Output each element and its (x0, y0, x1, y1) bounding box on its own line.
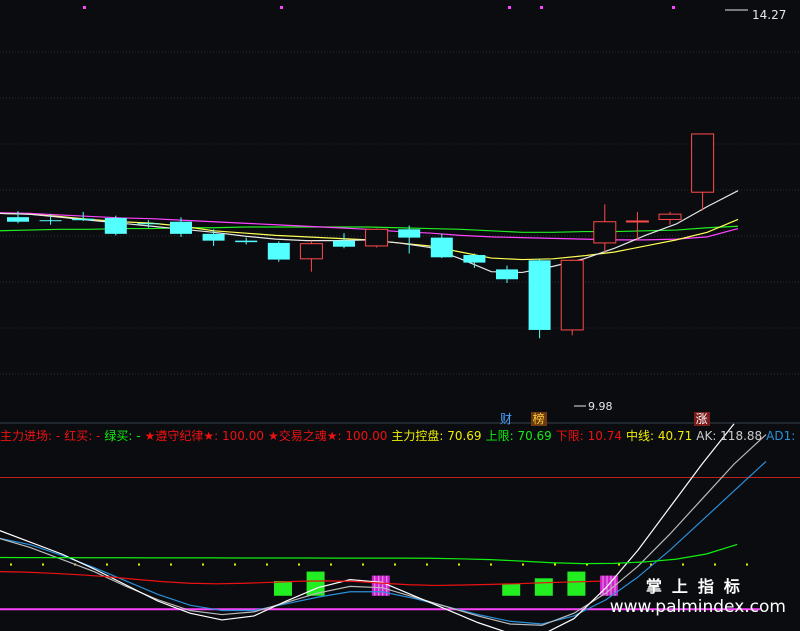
watermark-cn: 掌上指标 (645, 577, 750, 596)
indicator-legend-bar: 主力进场: - 红买: - 绿买: - ★遵守纪律★: 100.00 ★交易之魂★: 1… (0, 426, 800, 446)
candle-body-down (528, 260, 551, 330)
top-marker-dot (540, 6, 543, 9)
indicator-bar (534, 578, 553, 596)
indicator-dot-marker (426, 563, 428, 566)
candle-body-down (267, 242, 290, 260)
candle-body-down (398, 229, 421, 238)
candle-body-up (691, 133, 715, 193)
candle-body-down (202, 233, 225, 241)
indicator-dot-marker (490, 563, 492, 566)
indicator-label: ★交易之魂★: 100.00 (267, 429, 388, 443)
indicator-dot-marker (522, 563, 524, 566)
indicator-label: 主力进场: - (0, 429, 61, 443)
candle-body-down (463, 255, 486, 263)
event-badge[interactable]: 涨 (693, 412, 710, 426)
indicator-dot-marker (266, 563, 268, 566)
indicator-bar (502, 583, 521, 596)
indicator-line-red (0, 571, 601, 587)
indicator-label: ★遵守纪律★: 100.00 (144, 429, 264, 443)
candle-body-down (333, 240, 355, 247)
candle-body-up (593, 221, 617, 244)
top-marker-dot (672, 6, 675, 9)
high-price-label: 14.27 (752, 8, 786, 22)
indicator-dot-marker (458, 563, 460, 566)
indicator-label: AD1: 102. (766, 429, 800, 443)
indicator-dot-marker (362, 563, 364, 566)
candle-body-down (496, 269, 518, 280)
candle-body-down (137, 223, 160, 225)
indicator-label: 红买: - (64, 429, 101, 443)
candle-body-down (235, 240, 258, 243)
candle-body-up (658, 213, 682, 220)
indicator-dot-marker (330, 563, 332, 566)
indicator-dot-marker (746, 563, 748, 566)
indicator-line-green (0, 543, 738, 565)
watermark-url: www.palmindex.com (609, 597, 786, 617)
indicator-dot-marker (554, 563, 556, 566)
top-marker-dot (280, 6, 283, 9)
low-price-label: 9.98 (588, 400, 613, 413)
event-badge[interactable]: 榜 (530, 412, 547, 426)
candle-body-down (170, 221, 192, 234)
candle-body-up (560, 259, 584, 331)
indicator-label: 主力控盘: 70.69 (391, 429, 482, 443)
event-badge[interactable]: 财 (498, 412, 514, 426)
candle-body-down (7, 217, 29, 222)
indicator-dot-marker (202, 563, 204, 566)
top-marker-dot (83, 6, 86, 9)
indicator-dot-marker (394, 563, 396, 566)
indicator-dot-marker (682, 563, 684, 566)
indicator-dot-marker (298, 563, 300, 566)
watermark: 掌上指标 www.palmindex.com (610, 573, 786, 617)
chart-canvas: 14.27 9.98 (0, 6, 800, 631)
indicator-label: 中线: 40.71 (626, 429, 693, 443)
indicator-bar (274, 580, 292, 596)
candle-body-down (104, 217, 127, 234)
indicator-dot-marker (106, 563, 108, 566)
candle-body-down (39, 220, 62, 222)
indicator-dot-marker (618, 563, 620, 566)
candle-body-up (625, 220, 649, 223)
indicator-dot-marker (170, 563, 172, 566)
candle-body-down (72, 218, 95, 221)
top-marker-dot (508, 6, 511, 9)
indicator-dot-marker (234, 563, 236, 566)
indicator-label: 下限: 10.74 (555, 429, 623, 443)
indicator-label: 上限: 70.69 (485, 429, 552, 443)
indicator-dot-marker (138, 563, 140, 566)
candle-body-up (365, 228, 389, 247)
candle-body-down (430, 237, 453, 258)
indicator-dot-marker (42, 563, 44, 566)
indicator-label: 绿买: - (104, 429, 141, 443)
indicator-bar (567, 571, 586, 596)
candle-body-up (299, 243, 323, 260)
indicator-label: AK: 118.88 (696, 429, 763, 443)
indicator-dot-marker (10, 563, 12, 566)
indicator-dot-marker (714, 563, 716, 566)
